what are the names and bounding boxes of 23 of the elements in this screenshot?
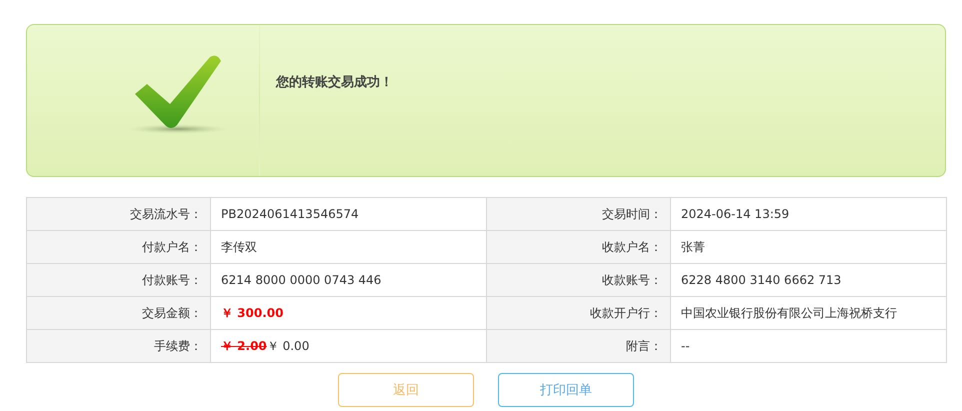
field-label: 收款开户行： [486, 296, 670, 330]
field-value: ￥ 300.00 [210, 296, 486, 330]
field-value: 6214 8000 0000 0743 446 [210, 264, 486, 296]
field-label: 手续费： [26, 330, 210, 362]
field-value: -- [670, 330, 946, 362]
success-message: 您的转账交易成功！ [276, 74, 393, 91]
field-value: ￥ 2.00￥ 0.00 [210, 330, 486, 362]
field-label: 付款户名： [26, 230, 210, 264]
action-button[interactable]: 返回 [338, 373, 474, 407]
field-value: 2024-06-14 13:59 [670, 198, 946, 230]
field-value: 张菁 [670, 230, 946, 264]
field-value: 李传双 [210, 230, 486, 264]
field-label: 附言： [486, 330, 670, 362]
field-label: 付款账号： [26, 264, 210, 296]
field-label: 收款账号： [486, 264, 670, 296]
field-label: 交易金额： [26, 296, 210, 330]
field-value: PB2024061413546574 [210, 198, 486, 230]
field-value: 6228 4800 3140 6662 713 [670, 264, 946, 296]
field-label: 交易流水号： [26, 198, 210, 230]
field-label: 收款户名： [486, 230, 670, 264]
field-value: 中国农业银行股份有限公司上海祝桥支行 [670, 296, 946, 330]
field-label: 交易时间： [486, 198, 670, 230]
action-button[interactable]: 打印回单 [498, 373, 634, 407]
